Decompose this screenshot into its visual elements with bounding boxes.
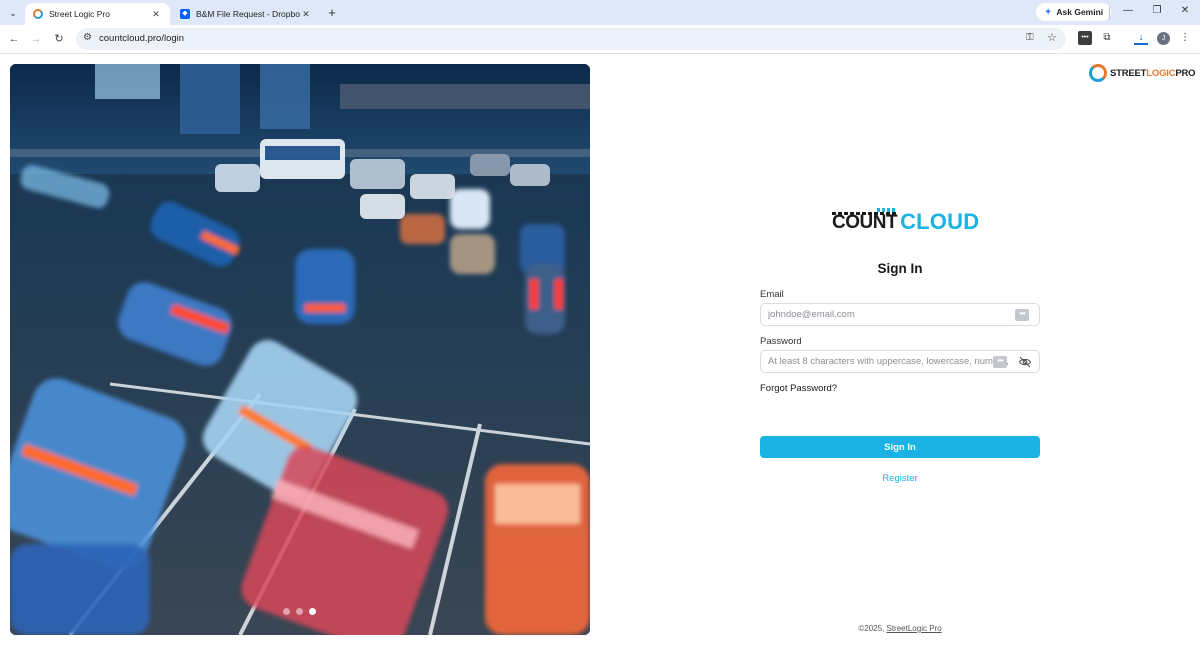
password-extension-icon[interactable]: ••• <box>1078 31 1092 45</box>
traffic-night-photo <box>10 64 590 635</box>
logo-count-text: COUNT <box>832 212 898 233</box>
company-link[interactable]: StreetLogic Pro <box>887 624 942 633</box>
sign-in-button[interactable]: Sign In <box>760 436 1040 458</box>
tab-street-logic-pro[interactable]: Street Logic Pro ✕ <box>25 3 170 25</box>
forgot-password-link[interactable]: Forgot Password? <box>760 383 837 394</box>
password-manager-icon[interactable]: ••• <box>1015 309 1029 321</box>
brand-pro: PRO <box>1175 67 1196 79</box>
close-window-icon[interactable]: ✕ <box>1178 5 1192 16</box>
restore-icon[interactable]: ❐ <box>1150 5 1164 16</box>
close-tab-icon[interactable]: ✕ <box>150 9 162 20</box>
street-logic-favicon-icon <box>33 9 43 19</box>
reload-icon[interactable]: ↻ <box>52 32 66 46</box>
logo-bars-icon <box>877 208 895 212</box>
dropbox-favicon-icon: ◆ <box>180 9 190 19</box>
key-icon[interactable]: ⚿ <box>1026 32 1034 43</box>
toolbar-divider <box>1109 7 1110 19</box>
star-icon[interactable]: ☆ <box>1047 31 1057 44</box>
streetlogicpro-logo: STREETLOGICPRO <box>1089 64 1196 82</box>
password-field[interactable] <box>768 354 1008 369</box>
tab-title: B&M File Request - Dropbox <box>196 9 300 19</box>
password-manager-icon[interactable]: ••• <box>993 356 1007 368</box>
download-icon[interactable]: ↓ <box>1134 31 1148 45</box>
brand-wordmark: STREETLOGICPRO <box>1110 67 1196 79</box>
footer-copyright: ©2025, StreetLogic Pro <box>760 624 1040 633</box>
tab-search-icon[interactable]: ⌄ <box>4 4 22 22</box>
minimize-icon[interactable]: — <box>1121 5 1135 16</box>
gemini-spark-icon: ✦ <box>1044 6 1053 18</box>
logo-cloud: CLOUD <box>900 209 980 234</box>
password-label: Password <box>760 336 802 347</box>
forward-icon[interactable]: → <box>29 32 43 46</box>
brand-street: STREET <box>1110 67 1147 79</box>
email-label: Email <box>760 289 784 300</box>
logo-count: COUNT <box>832 208 898 233</box>
browser-tab-strip: ⌄ Street Logic Pro ✕ ◆ B&M File Request … <box>0 0 1200 25</box>
carousel-dot[interactable] <box>296 608 303 615</box>
extensions-icon[interactable]: ⧉ <box>1100 31 1114 45</box>
password-field-wrapper: ••• <box>760 350 1040 373</box>
address-bar[interactable]: ⚙ countcloud.pro/login ⚿ ☆ <box>76 28 1066 50</box>
back-icon[interactable]: ← <box>7 32 21 46</box>
site-info-icon[interactable]: ⚙ <box>83 32 92 43</box>
profile-avatar[interactable]: J <box>1157 32 1170 45</box>
ask-gemini-button[interactable]: ✦ Ask Gemini <box>1036 3 1112 21</box>
browser-toolbar: ← → ↻ ⚙ countcloud.pro/login ⚿ ☆ ••• ⧉ ↓… <box>0 25 1200 54</box>
tab-title: Street Logic Pro <box>49 9 110 19</box>
hero-carousel-image <box>10 64 590 635</box>
email-field[interactable] <box>768 307 1008 322</box>
url-text[interactable]: countcloud.pro/login <box>99 33 184 44</box>
close-tab-icon[interactable]: ✕ <box>300 9 312 20</box>
carousel-dot-active[interactable] <box>309 608 316 615</box>
carousel-dot[interactable] <box>283 608 290 615</box>
new-tab-button[interactable]: + <box>324 5 340 21</box>
tab-dropbox[interactable]: ◆ B&M File Request - Dropbox ✕ <box>172 3 320 25</box>
streetlogic-ring-icon <box>1089 64 1107 82</box>
countcloud-logo: COUNT CLOUD <box>832 207 979 233</box>
page-title: Sign In <box>877 261 923 276</box>
brand-logic: LOGIC <box>1146 67 1176 79</box>
email-field-wrapper: ••• <box>760 303 1040 326</box>
carousel-indicator <box>283 608 316 615</box>
more-menu-icon[interactable]: ⋮ <box>1178 31 1192 45</box>
ask-gemini-label: Ask Gemini <box>1056 7 1104 17</box>
copyright-text: ©2025, <box>858 624 887 633</box>
eye-off-icon[interactable] <box>1018 355 1032 369</box>
register-link[interactable]: Register <box>760 473 1040 484</box>
